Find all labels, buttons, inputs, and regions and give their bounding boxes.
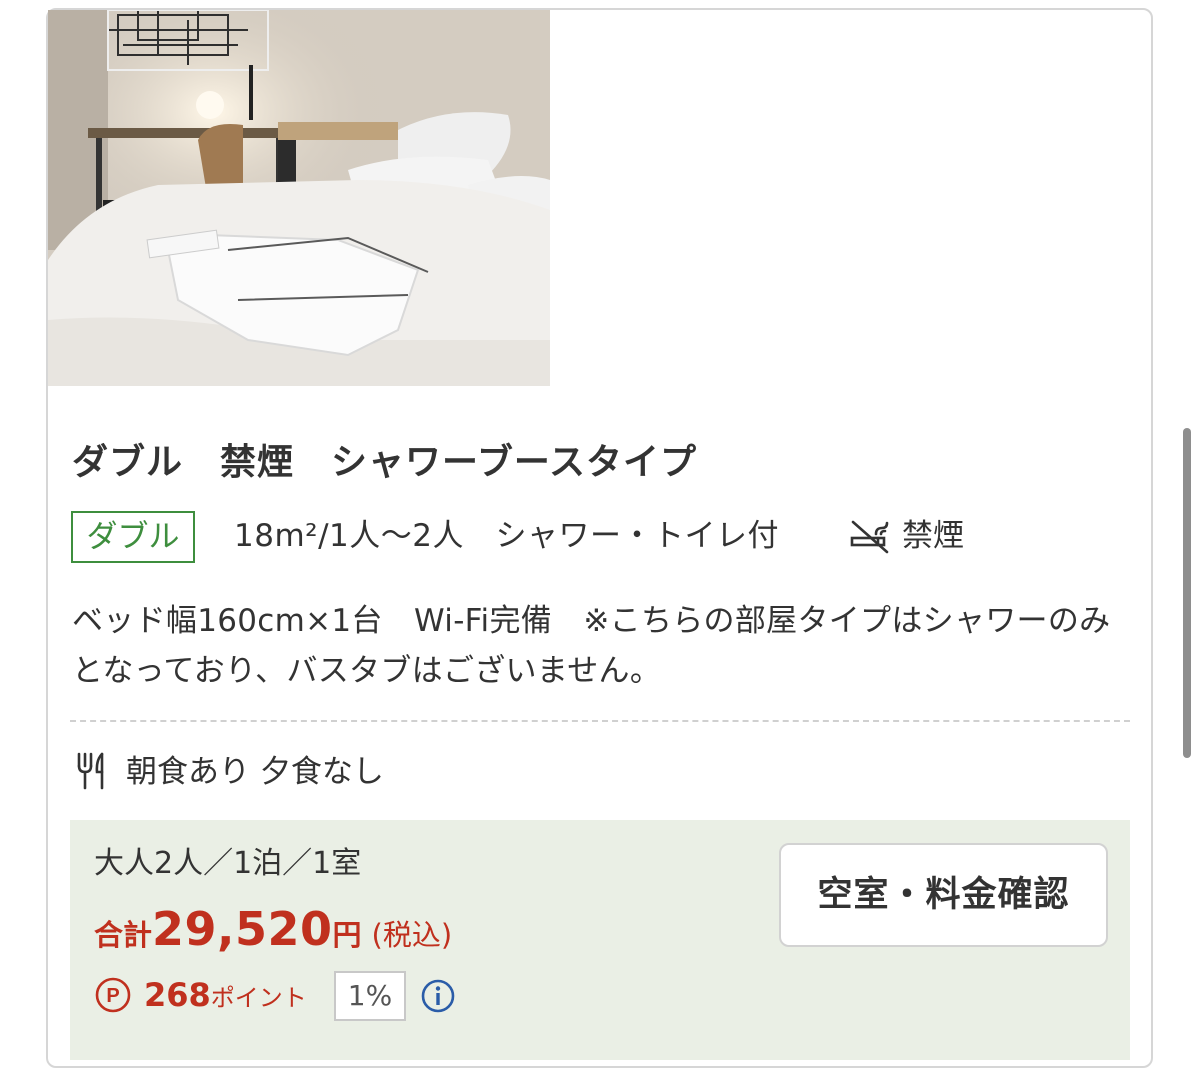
room-title: ダブル 禁煙 シャワーブースタイプ bbox=[72, 442, 698, 483]
room-type-badge: ダブル bbox=[71, 511, 195, 563]
check-availability-button[interactable]: 空室・料金確認 bbox=[779, 843, 1108, 947]
points-unit: ポイント bbox=[210, 984, 307, 1012]
room-spec: 18m²/1人〜2人 シャワー・トイレ付 bbox=[234, 518, 779, 554]
tax-note: (税込) bbox=[371, 918, 453, 952]
room-photo[interactable] bbox=[48, 10, 550, 386]
divider bbox=[70, 720, 1130, 722]
points-value: 268 bbox=[144, 976, 211, 1014]
fork-knife-icon bbox=[77, 752, 104, 790]
guest-summary: 大人2人／1泊／1室 bbox=[94, 846, 362, 881]
points-earned: 268ポイント bbox=[144, 972, 307, 1024]
points-rate-badge: 1% bbox=[334, 971, 406, 1021]
total-price: 合計29,520円 (税込) bbox=[94, 900, 452, 969]
room-description: ベッド幅160cm×1台 Wi-Fi完備 ※こちらの部屋タイプはシャワーのみとな… bbox=[72, 603, 1111, 689]
meal-info: 朝食あり 夕食なし bbox=[126, 754, 384, 790]
currency-label: 円 bbox=[332, 918, 362, 952]
svg-text:P: P bbox=[106, 985, 119, 1007]
point-p-icon: P bbox=[95, 977, 131, 1013]
scrollbar[interactable] bbox=[1183, 428, 1191, 758]
no-smoking-icon bbox=[850, 520, 889, 554]
info-icon[interactable] bbox=[420, 978, 456, 1014]
total-label: 合計 bbox=[94, 918, 153, 952]
total-amount: 29,520 bbox=[152, 902, 333, 956]
no-smoking-label: 禁煙 bbox=[902, 518, 964, 554]
